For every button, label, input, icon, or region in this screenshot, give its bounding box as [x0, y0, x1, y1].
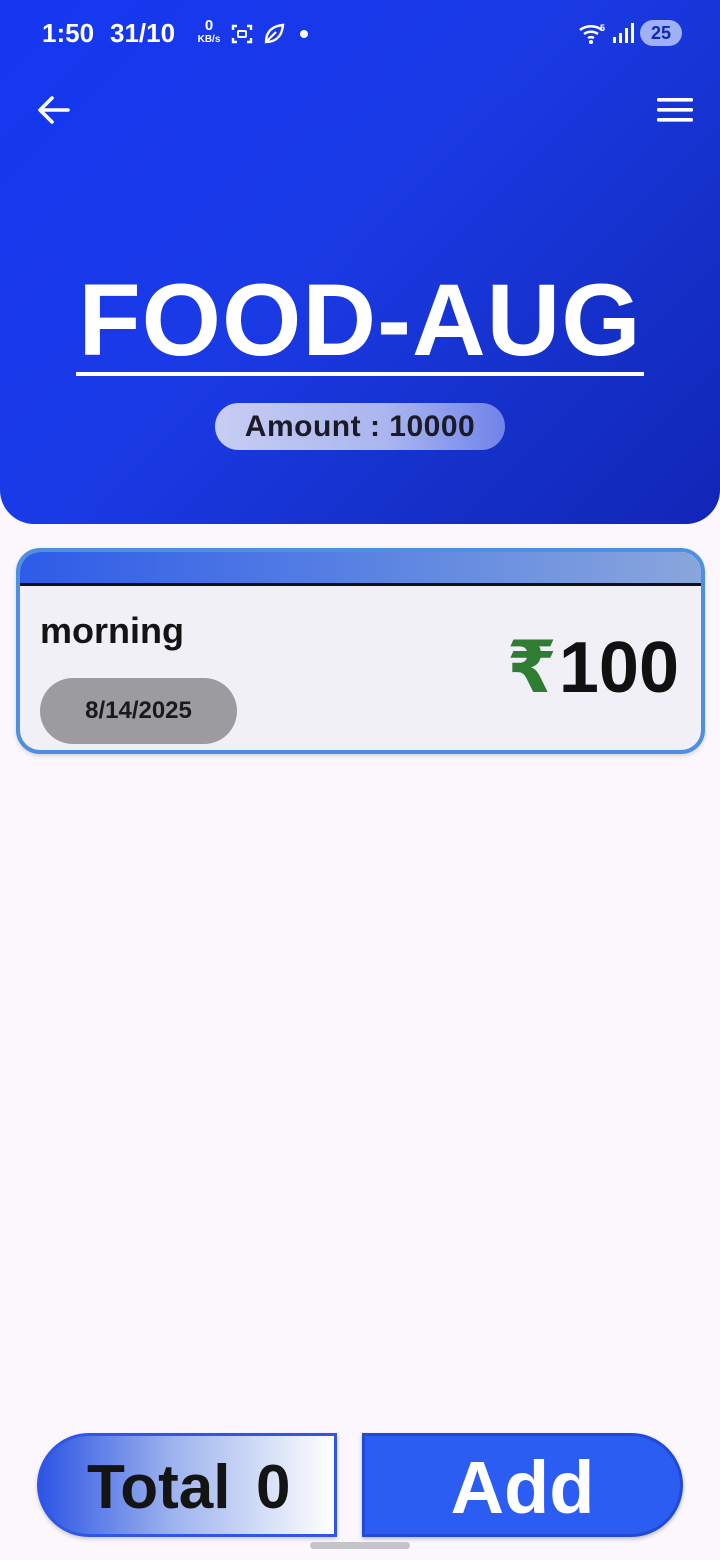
signal-icon	[613, 23, 634, 43]
expense-name: morning	[40, 610, 184, 651]
expense-date-badge: 8/14/2025	[40, 678, 237, 744]
total-value: 0	[256, 1453, 291, 1522]
budget-amount-badge: Amount : 10000	[215, 403, 505, 450]
title-wrap: FOOD-AUG	[0, 263, 720, 377]
net-speed-value: 0	[204, 17, 214, 34]
net-speed: 0 KB/s	[194, 18, 224, 45]
total-display: Total 0	[37, 1433, 337, 1537]
status-bar: 1:50 31/10 0 KB/s 5 25	[0, 0, 720, 68]
dot-icon	[300, 30, 308, 38]
back-arrow-icon[interactable]	[34, 90, 74, 130]
screen: 1:50 31/10 0 KB/s 5 25 FOOD-AUG Amount:…	[0, 0, 720, 1560]
screenshot-icon	[231, 24, 253, 44]
expense-amount: ₹100	[507, 632, 679, 704]
wifi-icon: 5	[579, 23, 605, 44]
header: 1:50 31/10 0 KB/s 5 25 FOOD-AUG Amount:…	[0, 0, 720, 524]
expense-card[interactable]: morning 8/14/2025 ₹100	[16, 548, 705, 754]
expense-amount-value: 100	[558, 628, 679, 708]
status-date: 31/10	[110, 18, 176, 48]
net-speed-unit: KB/s	[197, 34, 221, 45]
rupee-icon: ₹	[506, 628, 557, 708]
svg-text:5: 5	[600, 23, 605, 33]
battery-indicator: 25	[640, 20, 682, 46]
total-label: Total	[87, 1453, 231, 1522]
menu-icon[interactable]	[654, 92, 696, 128]
page-title: FOOD-AUG	[76, 263, 644, 377]
add-button[interactable]: Add	[362, 1433, 683, 1537]
card-header-band	[20, 552, 701, 586]
status-time: 1:50	[42, 18, 95, 48]
leaf-icon	[264, 23, 285, 44]
home-indicator[interactable]	[310, 1542, 410, 1549]
